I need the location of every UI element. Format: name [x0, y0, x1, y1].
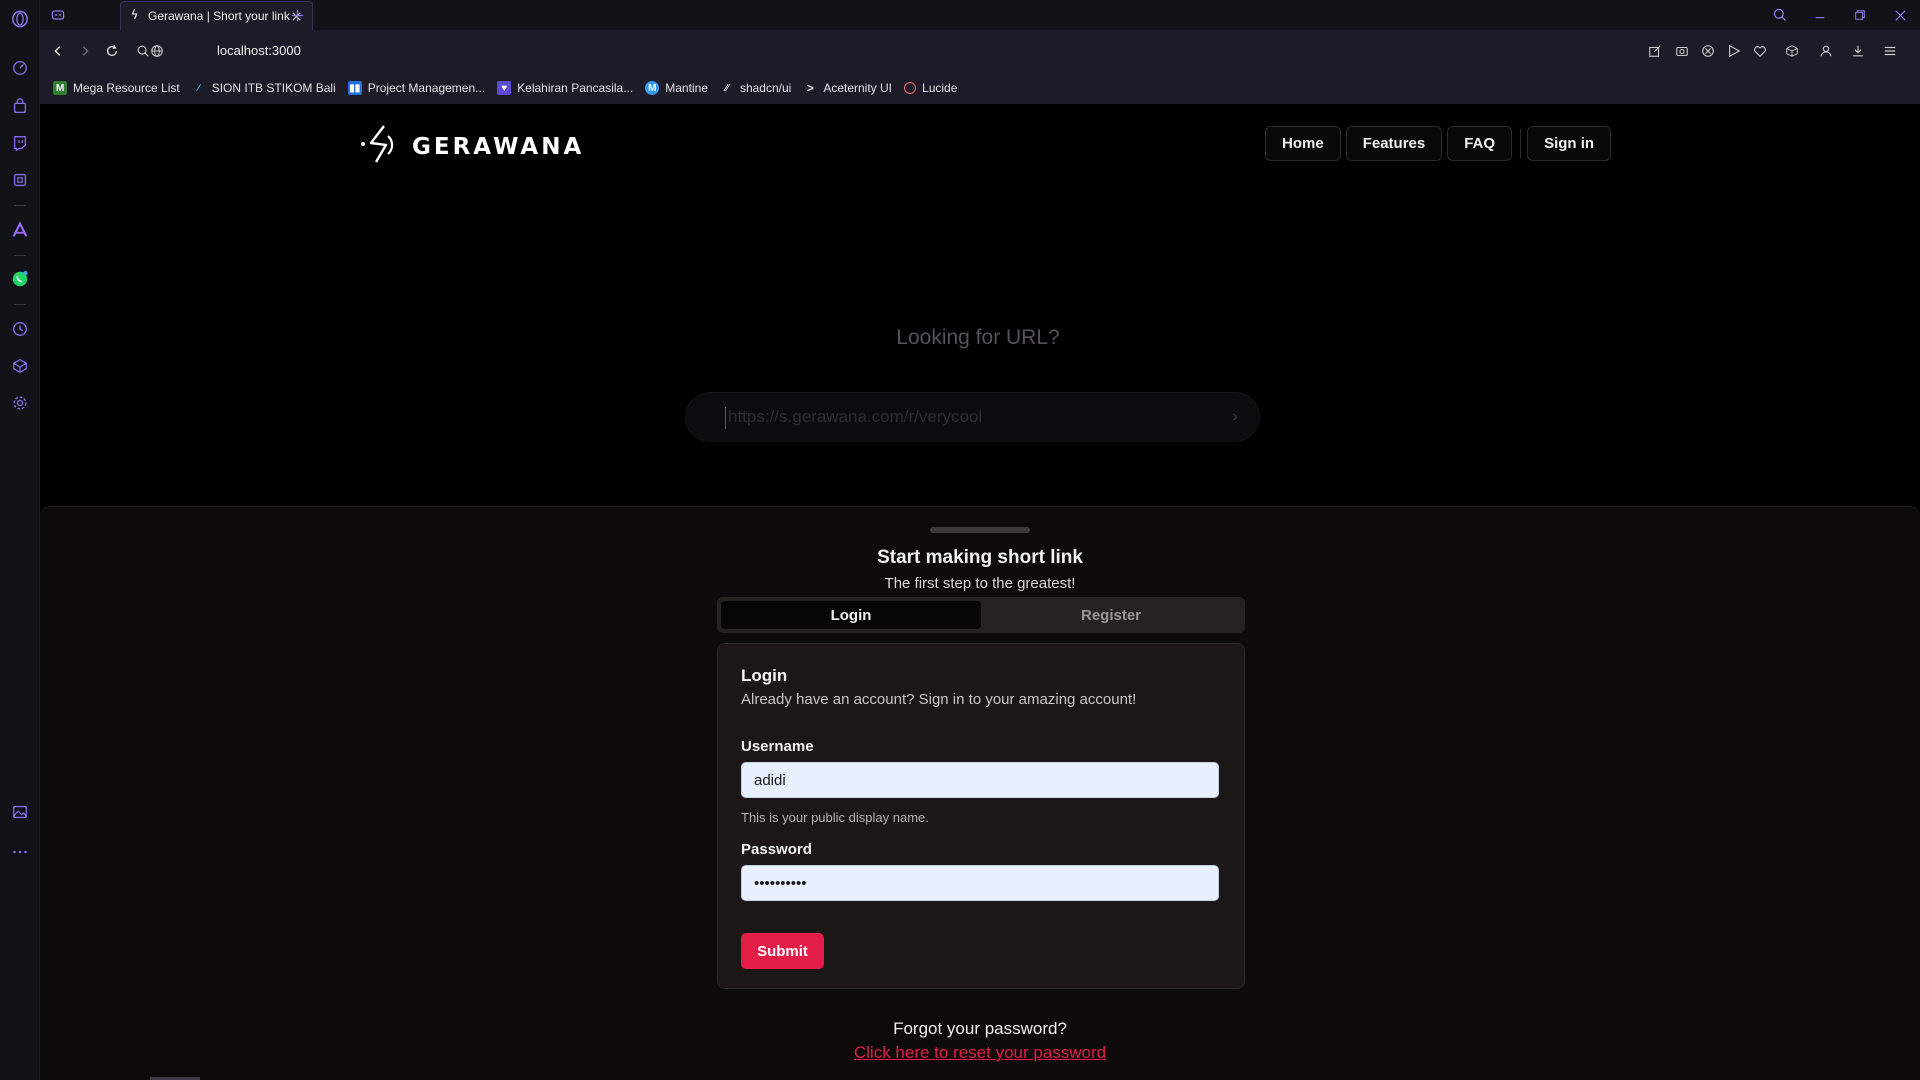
password-field	[741, 865, 1219, 901]
site-logo[interactable]: GERAWANA	[358, 122, 584, 171]
address-bar: localhost:3000	[40, 30, 1920, 72]
nav-divider	[1520, 128, 1522, 159]
new-tab-icon[interactable]	[287, 5, 307, 25]
bookmark-lucide[interactable]: Lucide	[904, 81, 957, 95]
aceternity-icon: >	[806, 81, 814, 95]
settings-gear-icon[interactable]	[10, 393, 30, 413]
bookmark-aceternity[interactable]: > Aceternity UI	[803, 81, 892, 95]
card-title: Login	[741, 666, 788, 685]
submit-button[interactable]: Submit	[741, 933, 824, 969]
speed-dial-icon[interactable]	[10, 58, 30, 78]
profile-icon[interactable]	[1816, 41, 1836, 61]
minimize-icon[interactable]	[1809, 4, 1831, 26]
twitch-icon[interactable]	[10, 133, 30, 153]
username-label: Username	[741, 738, 814, 755]
drawer-handle[interactable]	[930, 527, 1030, 533]
nav-faq-link[interactable]: FAQ	[1447, 126, 1513, 161]
tab-menu-icon[interactable]	[48, 5, 68, 25]
site-info-globe-icon[interactable]	[147, 41, 167, 61]
tab-register[interactable]: Register	[981, 601, 1241, 629]
drawer-subtitle: The first step to the greatest!	[884, 575, 1076, 592]
download-icon[interactable]	[1848, 41, 1868, 61]
url-field[interactable]: localhost:3000	[217, 43, 301, 58]
browser-sidebar	[0, 0, 40, 1080]
password-input[interactable]	[742, 866, 1218, 900]
ad-blocker-icon[interactable]	[1698, 41, 1718, 61]
username-hint: This is your public display name.	[741, 810, 929, 825]
gerawana-logo-icon	[358, 122, 402, 171]
tab-title: Gerawana | Short your link	[148, 9, 290, 23]
card-description: Already have an account? Sign in to your…	[741, 691, 1137, 708]
box-extension-icon[interactable]	[1782, 41, 1802, 61]
forward-icon[interactable]	[75, 41, 95, 61]
cube-icon[interactable]	[10, 356, 30, 376]
site-favicon-icon	[129, 7, 143, 26]
reload-icon[interactable]	[102, 41, 122, 61]
nav-features-link[interactable]: Features	[1345, 126, 1443, 161]
menu-icon[interactable]	[1880, 41, 1900, 61]
shopping-bag-icon[interactable]	[10, 96, 30, 116]
bookmarks-bar: M Mega Resource List ⁄ SION ITB STIKOM B…	[40, 72, 1920, 104]
url-lookup-input[interactable]	[728, 393, 1208, 441]
restore-window-icon[interactable]	[1849, 4, 1871, 26]
tab-search-icon[interactable]	[1769, 4, 1791, 26]
heart-icon[interactable]	[1750, 41, 1770, 61]
url-lookup-field	[685, 392, 1260, 442]
sion-icon: ⁄	[197, 82, 200, 94]
bookmark-sion[interactable]: ⁄ SION ITB STIKOM Bali	[192, 81, 336, 95]
back-icon[interactable]	[48, 41, 68, 61]
mantine-icon: M	[645, 81, 660, 95]
lucide-icon	[904, 82, 917, 94]
drawer-title: Start making short link	[877, 547, 1083, 568]
opera-logo-icon[interactable]	[10, 9, 30, 29]
web-page: GERAWANA Home Features FAQ Sign in Looki…	[40, 104, 1920, 1080]
username-field	[741, 762, 1219, 798]
tab-bar: Gerawana | Short your link	[40, 0, 1920, 30]
main-nav: Home Features FAQ Sign in	[1265, 126, 1616, 161]
camera-snapshot-icon[interactable]	[1672, 41, 1692, 61]
username-input[interactable]	[742, 763, 1218, 797]
aria-icon[interactable]	[10, 220, 30, 240]
extensions-icon[interactable]	[10, 170, 30, 190]
forgot-password-text: Forgot your password?	[893, 1019, 1067, 1038]
logo-wordmark: GERAWANA	[412, 133, 585, 160]
bookmark-project-management[interactable]: ▮▮ Project Managemen...	[347, 81, 485, 95]
edit-page-icon[interactable]	[1645, 41, 1665, 61]
whatsapp-icon[interactable]	[10, 269, 30, 289]
hero-title: Looking for URL?	[896, 326, 1060, 349]
history-icon[interactable]	[10, 319, 30, 339]
text-caret	[725, 407, 726, 429]
bookmark-shadcn[interactable]: ⁄⁄ shadcn/ui	[720, 81, 791, 95]
chevron-right-icon[interactable]	[1227, 409, 1243, 425]
trello-icon: ▮▮	[347, 81, 362, 95]
login-card: Login Already have an account? Sign in t…	[717, 643, 1245, 989]
bookmark-kelahiran-pancasila[interactable]: ♥ Kelahiran Pancasila...	[497, 81, 633, 95]
close-window-icon[interactable]	[1889, 4, 1911, 26]
send-icon[interactable]	[1724, 41, 1744, 61]
auth-drawer: Start making short link The first step t…	[40, 506, 1920, 1080]
nav-home-link[interactable]: Home	[1265, 126, 1341, 161]
more-options-icon[interactable]	[10, 842, 30, 862]
gallery-icon[interactable]	[10, 802, 30, 822]
password-label: Password	[741, 841, 812, 858]
mega-resource-icon: M	[53, 81, 67, 95]
shadcn-icon: ⁄⁄	[725, 82, 729, 94]
auth-tabs: Login Register	[717, 597, 1245, 633]
tab-login[interactable]: Login	[721, 601, 981, 629]
shield-badge-icon: ♥	[497, 81, 512, 95]
reset-password-link[interactable]: Click here to reset your password	[40, 1043, 1920, 1063]
nav-signin-button[interactable]: Sign in	[1527, 126, 1612, 161]
bookmark-mantine[interactable]: M Mantine	[645, 81, 708, 95]
active-tab[interactable]: Gerawana | Short your link	[120, 1, 313, 30]
bookmark-mega-resource-list[interactable]: M Mega Resource List	[53, 81, 180, 95]
